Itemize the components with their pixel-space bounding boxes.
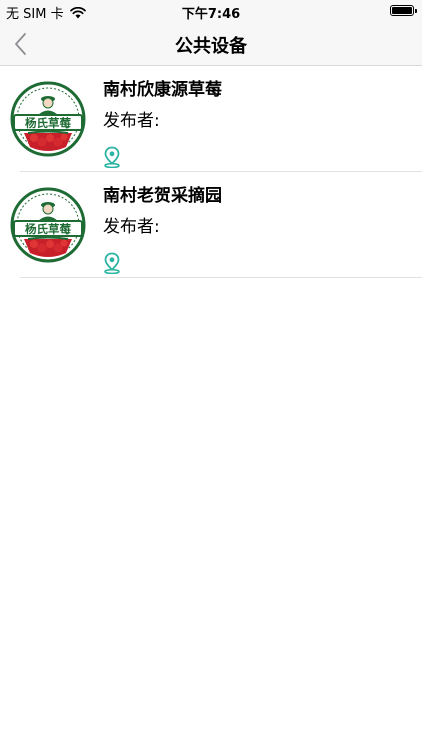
list-item[interactable]: 杨氏草莓 南村老贺采摘园 发布者: [0, 172, 422, 278]
yang-strawberry-logo: 杨氏草莓 [10, 187, 86, 263]
navigation-bar: 公共设备 [0, 22, 422, 66]
status-time: 下午7:46 [181, 7, 241, 22]
page-title: 公共设备 [175, 36, 247, 57]
list-item[interactable]: 杨氏草莓 南村欣康源草莓 发布者: [0, 66, 422, 172]
battery-fill [392, 7, 412, 14]
yang-strawberry-logo: 杨氏草莓 [10, 81, 86, 157]
equipment-list: 杨氏草莓 南村欣康源草莓 发布者: 杨氏草莓 南村老贺采摘园 发布者: [0, 66, 422, 278]
logo-text: 杨氏草莓 [25, 116, 71, 130]
battery-icon [390, 5, 417, 16]
item-publisher: 发布者: [103, 111, 160, 131]
item-title: 南村老贺采摘园 [103, 186, 222, 206]
logo-text: 杨氏草莓 [25, 222, 71, 236]
item-publisher: 发布者: [103, 217, 160, 237]
location-pin-icon[interactable] [103, 146, 121, 168]
location-pin-icon[interactable] [103, 252, 121, 274]
status-bar: 无 SIM 卡 下午7:46 [0, 0, 422, 22]
item-title: 南村欣康源草莓 [103, 80, 222, 100]
